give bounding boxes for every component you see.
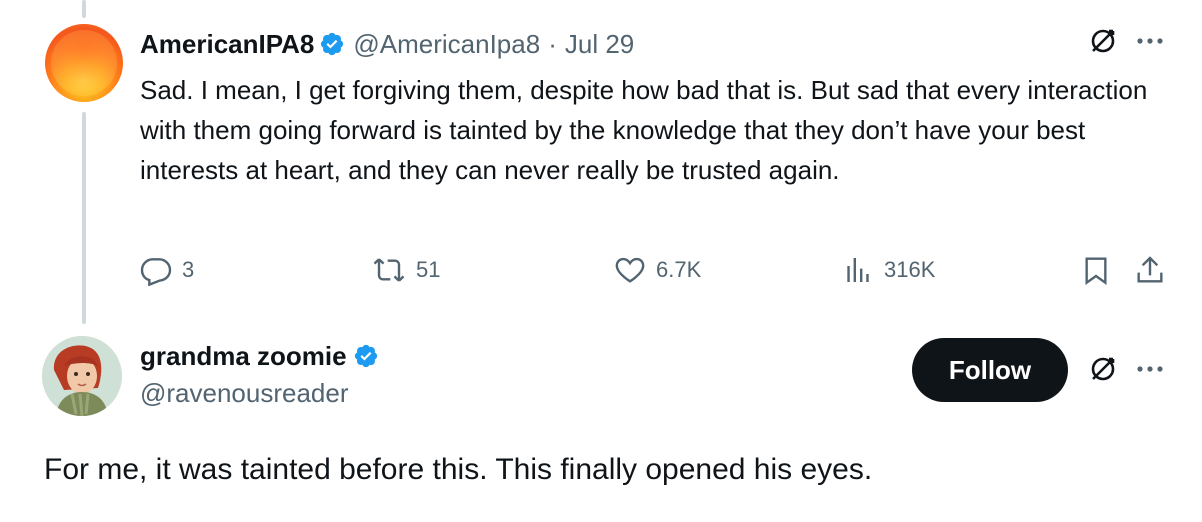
reply-text: For me, it was tainted before this. This… (44, 453, 873, 486)
follow-button[interactable]: Follow (912, 338, 1068, 402)
view-count: 316K (884, 257, 936, 282)
handle[interactable]: @ravenousreader (140, 378, 379, 409)
reply-button[interactable]: 3 (140, 254, 194, 286)
separator: · (548, 28, 557, 59)
timestamp[interactable]: Jul 29 (565, 29, 634, 60)
retweet-button[interactable]: 51 (372, 254, 440, 286)
like-count: 6.7K (656, 257, 702, 282)
reply-top-actions (1086, 352, 1170, 386)
handle[interactable]: @AmericanIpa8 (353, 29, 540, 60)
avatar[interactable] (45, 24, 123, 102)
retweet-count: 51 (416, 257, 441, 282)
views-button[interactable]: 316K (842, 254, 935, 286)
retweet-icon (373, 258, 405, 282)
bookmark-button[interactable] (1080, 254, 1112, 286)
tweet-top-actions (1086, 24, 1170, 58)
like-icon (615, 257, 645, 283)
reply-count: 3 (182, 257, 195, 282)
bookmark-icon (1085, 257, 1107, 285)
more-icon[interactable] (1130, 24, 1170, 58)
like-button[interactable]: 6.7K (614, 254, 701, 286)
display-name[interactable]: AmericanIPA8 (140, 29, 314, 60)
grok-icon[interactable] (1086, 352, 1120, 386)
grok-icon[interactable] (1086, 24, 1120, 58)
views-icon (847, 258, 869, 282)
tweet-text: Sad. I mean, I get forgiving them, despi… (140, 75, 1148, 185)
verified-badge-icon[interactable] (353, 343, 379, 369)
avatar[interactable] (42, 336, 122, 416)
share-icon (1137, 256, 1163, 283)
share-button[interactable] (1134, 254, 1166, 286)
verified-badge-icon[interactable] (319, 31, 345, 57)
thread-line-top (82, 0, 86, 18)
reply-icon (140, 258, 172, 286)
thread-line (82, 112, 86, 324)
tweet-header: AmericanIPA8 @AmericanIpa8 · Jul 29 (140, 26, 634, 62)
more-icon[interactable] (1130, 352, 1170, 386)
display-name[interactable]: grandma zoomie (140, 341, 347, 372)
action-bar: 3 51 6.7K 316K (140, 254, 1180, 290)
reply-header: grandma zoomie @ravenousreader (140, 338, 379, 409)
